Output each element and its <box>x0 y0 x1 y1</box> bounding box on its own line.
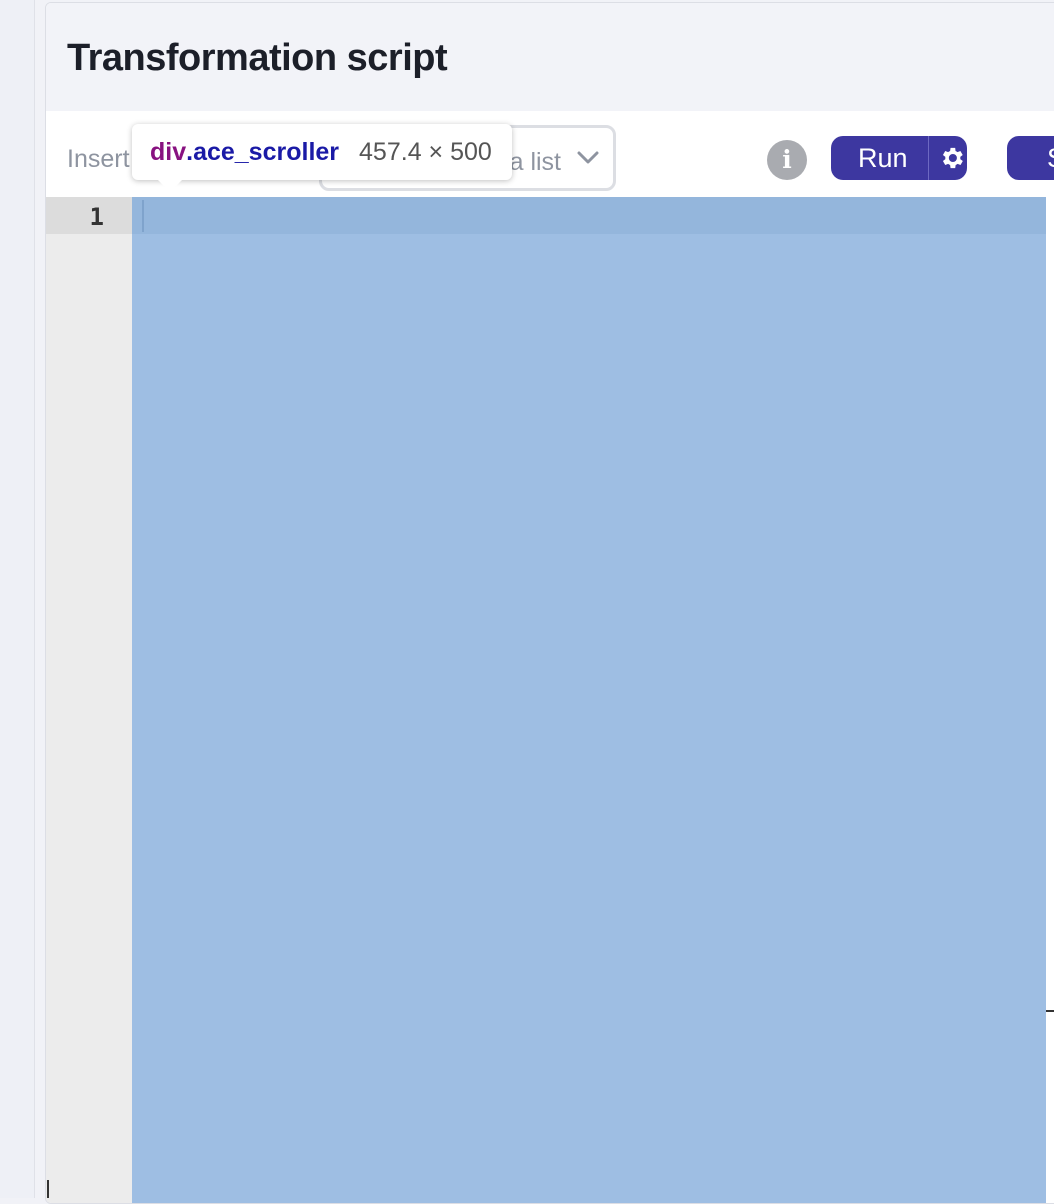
run-button[interactable]: Run <box>831 136 967 180</box>
info-icon[interactable]: i <box>767 140 807 180</box>
insert-label: Insert <box>67 145 130 173</box>
gear-icon[interactable] <box>939 143 967 173</box>
run-button-label: Run <box>858 142 908 173</box>
active-line-highlight <box>132 197 1046 234</box>
editor-gutter: 1 <box>46 197 132 1203</box>
panel-title: Transformation script <box>67 37 448 79</box>
secondary-action-button[interactable]: S <box>1007 136 1054 180</box>
text-cursor <box>142 200 144 232</box>
tooltip-tag-name: div <box>150 137 187 166</box>
tooltip-arrow <box>158 180 182 192</box>
tooltip-dimensions: 457.4 × 500 <box>359 137 492 166</box>
edge-marker <box>1046 1010 1054 1012</box>
left-sidebar-strip <box>0 0 35 1198</box>
tooltip-class-name: .ace_scroller <box>186 137 340 166</box>
transformation-script-panel: Transformation script Insert a list i Ru… <box>45 2 1054 1204</box>
code-editor[interactable]: 1 <box>46 197 1054 1203</box>
ace-scroller[interactable] <box>132 197 1046 1203</box>
element-inspector-tooltip: div .ace_scroller 457.4 × 500 <box>132 124 512 192</box>
chevron-down-icon <box>577 151 599 164</box>
run-button-divider <box>928 136 930 180</box>
line-number: 1 <box>89 203 104 231</box>
panel-header: Transformation script <box>46 3 1054 111</box>
edge-marker <box>47 1180 49 1198</box>
